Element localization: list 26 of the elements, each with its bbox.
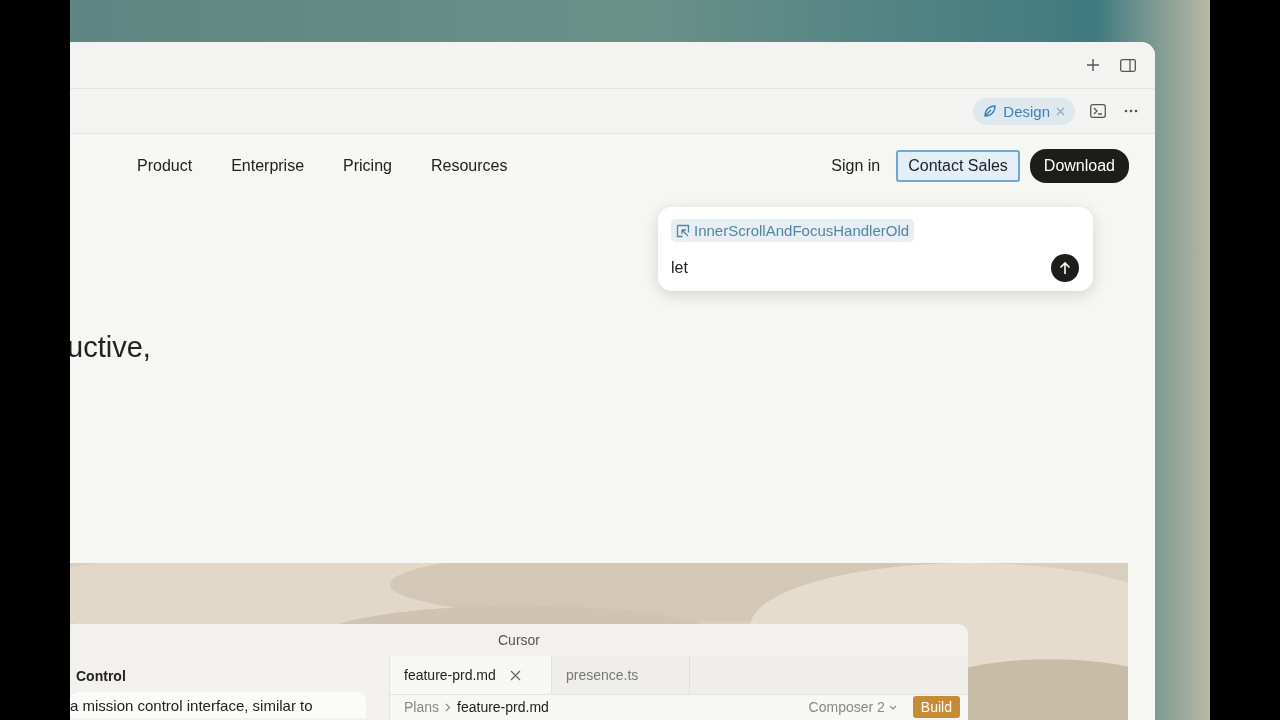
editor-tab[interactable]: feature-prd.md xyxy=(390,656,552,694)
sidebar-icon xyxy=(1120,58,1136,72)
nav-link[interactable]: Product xyxy=(137,157,193,175)
arrow-up-icon xyxy=(1059,261,1071,275)
more-icon xyxy=(1124,109,1138,113)
send-button[interactable] xyxy=(1051,254,1079,282)
editor-tab[interactable]: presence.ts xyxy=(552,656,690,694)
app-window-title: Cursor xyxy=(498,632,540,648)
chat-message: a mission control interface, similar to xyxy=(70,692,366,718)
contact-sales-button[interactable]: Contact Sales xyxy=(896,150,1020,182)
nav-link[interactable]: Enterprise xyxy=(231,157,305,175)
download-button[interactable]: Download xyxy=(1029,149,1129,183)
chevron-right-icon xyxy=(445,702,452,712)
chevron-down-icon xyxy=(888,704,897,710)
selection-icon xyxy=(676,223,690,238)
nav-link[interactable]: Pricing xyxy=(343,157,392,175)
close-icon[interactable] xyxy=(509,669,521,681)
terminal-button[interactable] xyxy=(1087,101,1109,121)
breadcrumb-link[interactable]: feature-prd.md xyxy=(457,699,549,715)
nav-link[interactable]: Resources xyxy=(430,157,508,175)
sidebar-heading: Control xyxy=(76,668,127,684)
terminal-icon xyxy=(1090,104,1106,118)
plus-icon xyxy=(1086,58,1100,72)
sign-in-link[interactable]: Sign in xyxy=(831,157,881,175)
leaf-icon xyxy=(983,104,998,118)
comment-input[interactable]: let xyxy=(671,259,971,277)
